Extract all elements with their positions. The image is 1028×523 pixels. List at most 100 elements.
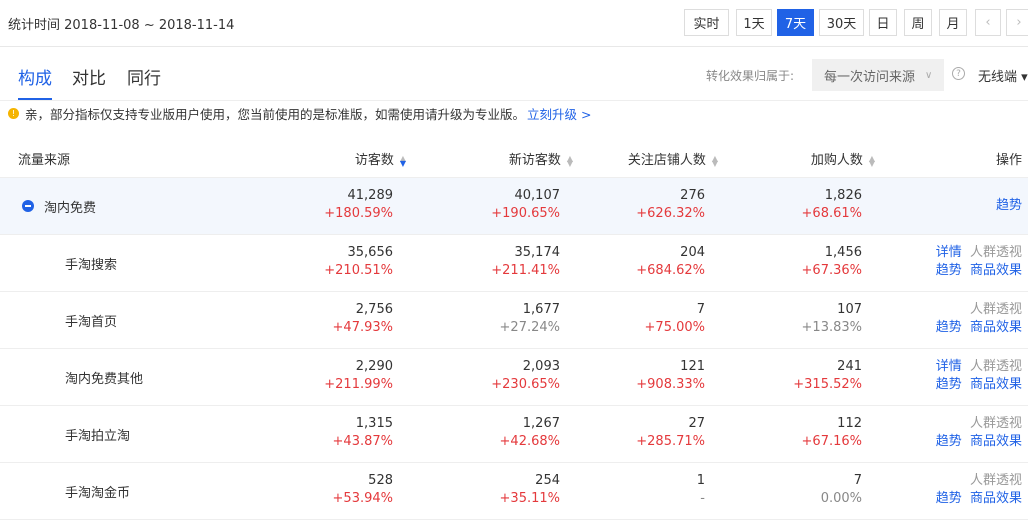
product-link[interactable]: 商品效果 xyxy=(970,491,1022,506)
col-follow[interactable]: 关注店铺人数 ▲ ▼ xyxy=(628,149,718,168)
collapse-icon[interactable] xyxy=(22,200,34,212)
follow-change: +285.71% xyxy=(636,434,705,449)
visitors-value: 2,756 xyxy=(355,302,393,317)
trend-link[interactable]: 趋势 xyxy=(996,198,1022,213)
new-cell: 1,267 +42.68% xyxy=(500,415,560,451)
visitors-change: +47.93% xyxy=(332,320,393,335)
cart-cell: 112 +67.16% xyxy=(802,415,862,451)
visitors-cell: 1,315 +43.87% xyxy=(333,415,393,451)
trend-link[interactable]: 趋势 xyxy=(936,491,962,506)
detail-link[interactable]: 详情 xyxy=(936,359,962,374)
visitors-change: +210.51% xyxy=(324,263,393,278)
cart-cell: 1,456 +67.36% xyxy=(802,244,862,280)
divider xyxy=(0,100,1028,101)
conversion-select[interactable]: 每一次访问来源 ∨ xyxy=(812,59,944,91)
visitors-cell: 2,290 +211.99% xyxy=(324,358,393,394)
new-value: 40,107 xyxy=(514,188,561,203)
range-button[interactable]: 1天 xyxy=(736,9,772,36)
upgrade-link[interactable]: 立刻升级 > xyxy=(527,104,591,123)
range-button[interactable]: 7天 xyxy=(777,9,814,36)
actions-cell: 详情 人群透视 趋势 商品效果 xyxy=(936,358,1022,394)
follow-value: 7 xyxy=(696,302,705,317)
cart-change: 0.00% xyxy=(820,491,862,506)
product-link[interactable]: 商品效果 xyxy=(970,377,1022,392)
cart-value: 107 xyxy=(837,302,862,317)
source-name: 淘内免费 xyxy=(44,201,97,216)
follow-change: +75.00% xyxy=(644,320,705,335)
cart-value: 112 xyxy=(837,416,862,431)
visitors-value: 35,656 xyxy=(347,245,394,260)
follow-change: +684.62% xyxy=(636,263,705,278)
source-name: 手淘淘金币 xyxy=(65,486,131,501)
table-row: 手淘淘金币 528 +53.94% 254 +35.11% 1-7 0.00% 人群透视 趋势 … xyxy=(0,463,1028,520)
tab-compare[interactable]: 对比 xyxy=(72,64,106,89)
col-cart[interactable]: 加购人数 ▲ ▼ xyxy=(811,149,875,168)
trend-link[interactable]: 趋势 xyxy=(936,377,962,392)
visitors-change: +53.94% xyxy=(332,491,393,506)
range-button[interactable]: 月 xyxy=(939,9,967,36)
cart-change: +315.52% xyxy=(793,377,862,392)
follow-cell: 7 +75.00% xyxy=(645,301,705,337)
cart-value: 1,826 xyxy=(824,188,862,203)
crowd-link[interactable]: 人群透视 xyxy=(970,245,1022,260)
col-new-visitors[interactable]: 新访客数 ▲ ▼ xyxy=(509,149,573,168)
range-button[interactable]: 日 xyxy=(869,9,897,36)
table-row: 手淘首页 2,756 +47.93% 1,677 +27.24% 7 +75.00% 107 +… xyxy=(0,292,1028,349)
trend-link[interactable]: 趋势 xyxy=(936,434,962,449)
product-link[interactable]: 商品效果 xyxy=(970,263,1022,278)
cart-change: +67.16% xyxy=(801,434,862,449)
crowd-link[interactable]: 人群透视 xyxy=(970,473,1022,488)
detail-link[interactable]: 详情 xyxy=(936,245,962,260)
new-cell: 254 +35.11% xyxy=(500,472,560,508)
product-link[interactable]: 商品效果 xyxy=(970,434,1022,449)
sort-icon: ▲ ▼ xyxy=(711,153,718,168)
new-change: +27.24% xyxy=(499,320,560,335)
visitors-change: +211.99% xyxy=(324,377,393,392)
table-row: 手淘拍立淘 1,315 +43.87% 1,267 +42.68% 27 +285.71% 1… xyxy=(0,406,1028,463)
new-value: 254 xyxy=(535,473,560,488)
new-cell: 35,174 +211.41% xyxy=(491,244,560,280)
prev-page-button[interactable]: ‹ xyxy=(975,9,1001,36)
trend-link[interactable]: 趋势 xyxy=(936,263,962,278)
crowd-link[interactable]: 人群透视 xyxy=(970,359,1022,374)
cart-cell: 107 +13.83% xyxy=(802,301,862,337)
next-page-button[interactable]: › xyxy=(1006,9,1028,36)
table-row: 淘内免费 41,289 +180.59% 40,107 +190.65% 276 +626.… xyxy=(0,178,1028,235)
range-button[interactable]: 实时 xyxy=(684,9,729,36)
cart-change: +13.83% xyxy=(801,320,862,335)
conversion-label: 转化效果归属于: xyxy=(706,69,795,83)
follow-value: 204 xyxy=(680,245,705,260)
cart-cell: 7 0.00% xyxy=(821,472,862,508)
follow-cell: 1- xyxy=(697,472,705,508)
col-visitors[interactable]: 访客数 ▲ ▼ xyxy=(355,149,406,168)
visitors-change: +180.59% xyxy=(324,206,393,221)
tab-peers[interactable]: 同行 xyxy=(127,64,161,89)
new-value: 1,267 xyxy=(522,416,560,431)
product-link[interactable]: 商品效果 xyxy=(970,320,1022,335)
trend-link[interactable]: 趋势 xyxy=(936,320,962,335)
follow-cell: 27 +285.71% xyxy=(636,415,705,451)
tab-composition[interactable]: 构成 xyxy=(18,64,52,89)
crowd-link[interactable]: 人群透视 xyxy=(970,302,1022,317)
table-row: 淘内免费其他 2,290 +211.99% 2,093 +230.65% 121 +908.… xyxy=(0,349,1028,406)
cart-change: +68.61% xyxy=(801,206,862,221)
source-name: 手淘搜索 xyxy=(65,258,118,273)
conversion-value: 每一次访问来源 xyxy=(824,69,916,85)
new-value: 2,093 xyxy=(522,359,560,374)
new-value: 35,174 xyxy=(514,245,561,260)
range-button[interactable]: 周 xyxy=(904,9,932,36)
source-name: 手淘首页 xyxy=(65,315,118,330)
follow-change: +626.32% xyxy=(636,206,705,221)
visitors-value: 528 xyxy=(368,473,393,488)
follow-value: 27 xyxy=(688,416,705,431)
crowd-link[interactable]: 人群透视 xyxy=(970,416,1022,431)
range-button[interactable]: 30天 xyxy=(819,9,864,36)
new-change: +42.68% xyxy=(499,434,560,449)
sort-icon: ▲ ▼ xyxy=(399,153,406,168)
col-new-visitors-label: 新访客数 xyxy=(508,153,561,168)
cart-value: 241 xyxy=(837,359,862,374)
cart-value: 1,456 xyxy=(824,245,862,260)
device-select[interactable]: 无线端 ▾ xyxy=(978,66,1028,85)
follow-value: 121 xyxy=(680,359,705,374)
help-icon[interactable]: ? xyxy=(952,67,965,80)
